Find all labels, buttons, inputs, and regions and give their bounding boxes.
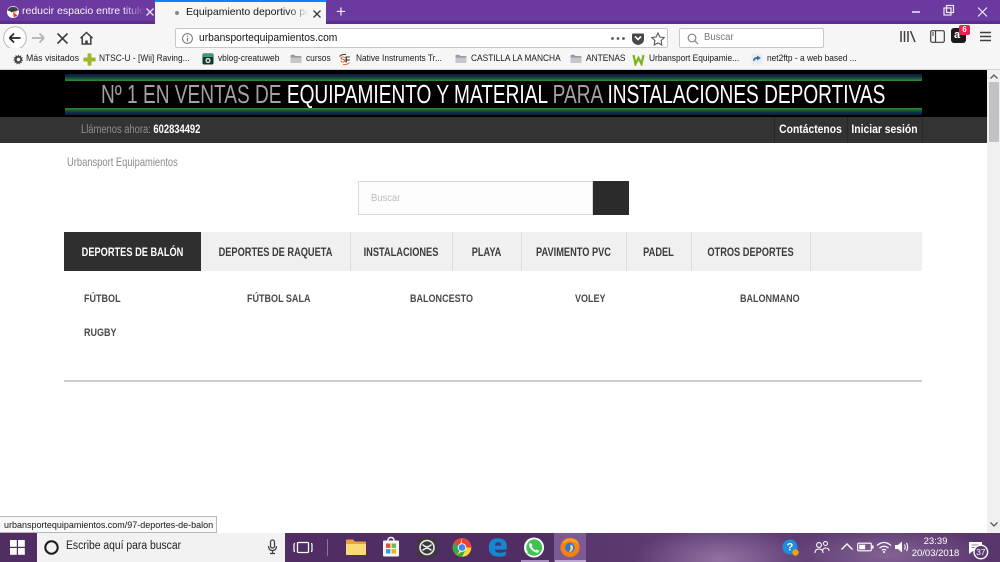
svg-text:37: 37 bbox=[976, 547, 986, 557]
svg-text:F: F bbox=[345, 55, 350, 65]
